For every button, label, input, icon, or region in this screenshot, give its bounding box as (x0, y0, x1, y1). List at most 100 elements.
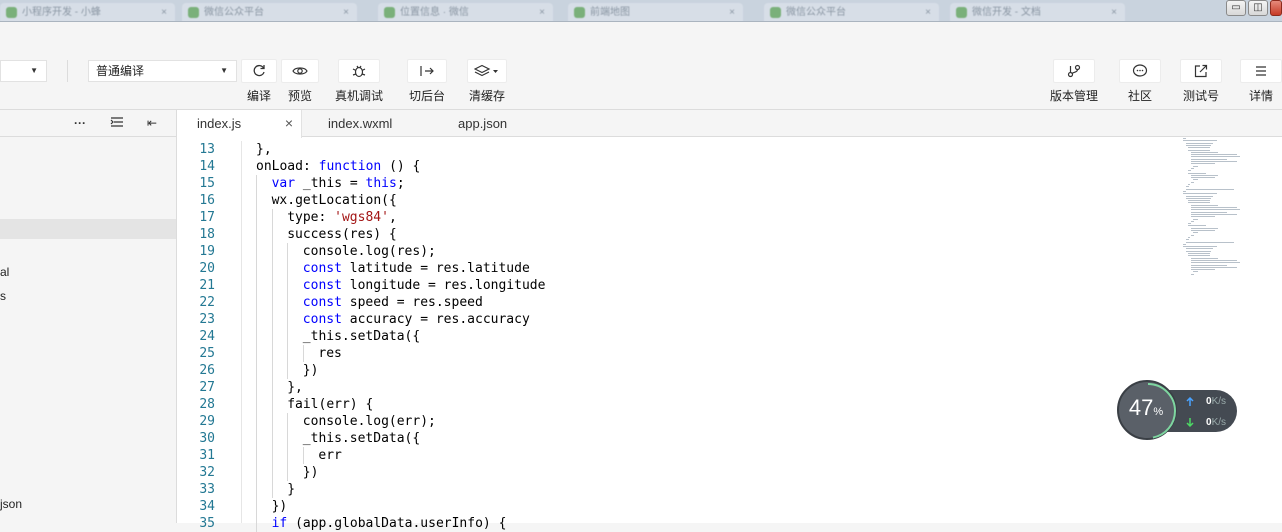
line-number: 25 (199, 346, 215, 361)
browser-tab[interactable]: 微信公众平台 × (764, 3, 939, 21)
tool-menu-button[interactable]: 详情 (1239, 59, 1282, 104)
mode-select[interactable]: ▼ (0, 60, 47, 82)
tool-chat-button[interactable]: 社区 (1118, 59, 1162, 104)
browser-tab-label: 位置信息 · 微信 (400, 7, 469, 18)
tool-external-link-button[interactable]: 测试号 (1179, 59, 1223, 104)
minimap-line (1185, 144, 1212, 146)
indent-guide (271, 209, 273, 226)
line-number: 32 (199, 465, 215, 480)
indent-guide (271, 379, 273, 396)
minimap-line (1190, 220, 1194, 222)
code-text: const longitude = res.longitude (303, 277, 546, 294)
tool-branch-button[interactable]: 版本管理 (1048, 59, 1100, 104)
tool-switch-button[interactable]: 切后台 (407, 59, 447, 104)
tab-label: app.json (458, 116, 508, 131)
indent-guide (287, 362, 289, 379)
tab-app-json[interactable]: app.json (458, 110, 507, 137)
minimap-line (1188, 170, 1192, 172)
minimap-line (1190, 264, 1228, 266)
file-item[interactable]: json (0, 497, 22, 511)
code-token: _this.setData({ (302, 431, 421, 446)
close-icon[interactable]: × (925, 3, 931, 21)
maximize-button[interactable]: ◫ (1248, 0, 1268, 16)
sort-icon[interactable] (110, 116, 124, 131)
tool-eye-button[interactable]: 预览 (280, 59, 320, 104)
network-speed-widget[interactable]: 0K/s 0K/s 47% (1117, 380, 1237, 442)
collapse-panel-icon[interactable]: ⇤ (147, 116, 157, 130)
code-area[interactable]: 13}, 14 onLoad: function () {15 var _this =… (177, 141, 1177, 532)
minimap-line (1188, 184, 1190, 185)
minimap-line (1190, 161, 1237, 162)
external-link-icon[interactable] (1180, 59, 1222, 83)
indent-guide (271, 226, 273, 243)
upload-rate: 0K/s (1206, 396, 1226, 407)
code-text: err (318, 447, 341, 464)
minimap-line (1188, 172, 1206, 174)
indent-guide (256, 311, 257, 328)
code-token: console.log(res); (302, 244, 436, 259)
refresh-icon[interactable] (241, 59, 277, 83)
close-button[interactable] (1270, 0, 1282, 16)
minimap-line (1193, 232, 1198, 234)
bug-icon[interactable] (338, 59, 380, 83)
line-number: 17 (199, 210, 215, 225)
indent-guide (271, 311, 273, 328)
code-token: function (318, 159, 382, 174)
chat-icon[interactable] (1119, 59, 1161, 83)
code-text: success(res) { (287, 226, 397, 243)
layers-icon[interactable] (467, 59, 507, 83)
browser-tab[interactable]: 前端地图 × (568, 3, 743, 21)
line-number: 19 (199, 244, 215, 259)
tool-refresh-button[interactable]: 编译 (239, 59, 279, 104)
close-icon[interactable]: × (161, 3, 167, 21)
indent-guide (287, 464, 289, 481)
indent-guide (256, 481, 257, 498)
eye-icon[interactable] (281, 59, 319, 83)
indent-guide (271, 294, 273, 311)
file-item[interactable]: s (0, 289, 6, 303)
more-icon[interactable]: ··· (74, 116, 86, 130)
minimap[interactable] (1183, 138, 1273, 288)
minimap-line (1190, 167, 1194, 169)
file-explorer-header: ··· ⇤ (0, 110, 176, 137)
close-icon[interactable]: × (729, 3, 735, 21)
close-icon[interactable]: × (343, 3, 349, 21)
browser-tab[interactable]: 位置信息 · 微信 × (378, 3, 553, 21)
browser-tab[interactable]: 小程序开发 - 小蜂 × (0, 3, 175, 21)
line-number: 26 (199, 363, 215, 378)
compile-mode-select[interactable]: 普通编译 ▼ (88, 60, 237, 82)
code-token: fail(err) { (287, 397, 374, 412)
close-icon[interactable]: × (539, 3, 545, 21)
code-text: }, (256, 141, 272, 158)
code-token: } (287, 482, 296, 497)
minimize-button[interactable]: ▭ (1226, 0, 1246, 16)
toolbar-divider (67, 60, 68, 82)
indent-guide (256, 379, 257, 396)
file-item[interactable]: al (0, 265, 9, 279)
code-token: longitude = res.longitude (341, 278, 546, 293)
code-line: 17 type: 'wgs84', (177, 209, 1177, 226)
minimap-line (1190, 163, 1215, 165)
close-icon[interactable]: × (285, 110, 293, 137)
close-icon[interactable]: × (1111, 3, 1117, 21)
switch-icon[interactable] (407, 59, 447, 83)
code-token: res (318, 346, 342, 361)
line-number: 14 (199, 159, 215, 174)
tab-index-wxml[interactable]: index.wxml (328, 110, 392, 137)
tool-bug-button[interactable]: 真机调试 (333, 59, 385, 104)
chevron-down-icon: ▼ (30, 66, 38, 75)
favicon-icon (574, 7, 585, 18)
selected-file-row[interactable] (0, 219, 176, 239)
tool-layers-button[interactable]: 清缓存 (465, 59, 509, 104)
code-token: console.log(err); (302, 414, 436, 429)
minimap-line (1188, 225, 1206, 227)
browser-tab[interactable]: 微信开发 - 文档 × (950, 3, 1125, 21)
menu-icon[interactable] (1240, 59, 1282, 83)
branch-icon[interactable] (1053, 59, 1095, 83)
browser-tab-strip: 小程序开发 - 小蜂 × 微信公众平台 × 位置信息 · 微信 × 前端地图 × 微信公众平台 ×… (0, 0, 1282, 22)
code-token: ; (396, 176, 405, 191)
tool-label: 真机调试 (334, 89, 383, 103)
line-number: 35 (199, 516, 215, 531)
browser-tab[interactable]: 微信公众平台 × (182, 3, 357, 21)
tab-index-js[interactable]: index.js × (177, 110, 302, 138)
